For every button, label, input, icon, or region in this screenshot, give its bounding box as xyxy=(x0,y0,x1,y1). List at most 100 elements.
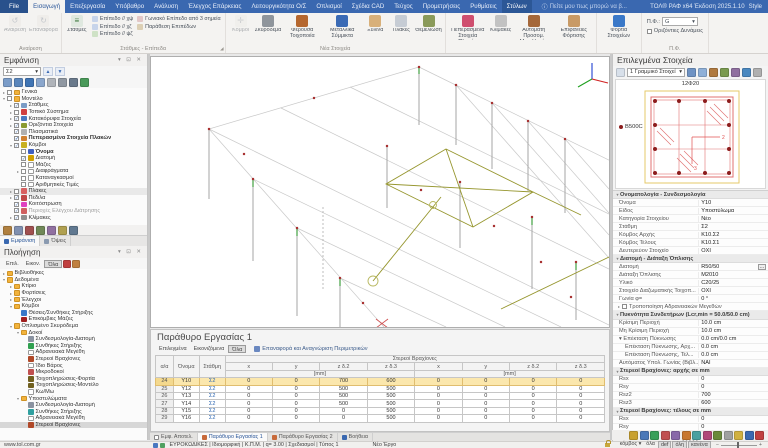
property-section-header[interactable]: ▾Ονοματολογία - Συνδεσμολογία xyxy=(613,191,768,199)
tree-item[interactable]: ▸Πλάκες xyxy=(0,188,147,195)
property-value[interactable]: ΟΧΙ xyxy=(698,288,768,294)
tree-item[interactable]: Τοιχοπληρώσεις-Μοντέλο xyxy=(0,382,147,389)
value-cell[interactable]: 0 xyxy=(509,400,556,407)
element-name-cell[interactable]: Y13 xyxy=(173,392,199,399)
tree-item[interactable]: Καταναγκασμοί xyxy=(0,175,147,182)
property-row[interactable]: Rsz3600 xyxy=(613,400,768,408)
property-row[interactable]: Στοιχείο Διαζωματικής Τοιχοπ...ΟΧΙ xyxy=(613,287,768,295)
section-tool-icon[interactable] xyxy=(731,68,740,77)
section-tool-icon[interactable] xyxy=(709,68,718,77)
value-cell[interactable]: 500 xyxy=(320,385,367,392)
visibility-checkbox[interactable]: ✓ xyxy=(14,136,19,141)
zoom-in-icon[interactable]: + xyxy=(759,442,762,448)
view-mode-icon[interactable] xyxy=(25,78,34,87)
sub-column-header[interactable]: y xyxy=(462,363,509,370)
tree-item[interactable]: ▾Υποστυλώματα xyxy=(0,395,147,402)
tree-item[interactable]: Όνομα xyxy=(0,148,147,155)
display-tool-icon[interactable] xyxy=(25,226,34,235)
visibility-checkbox[interactable] xyxy=(21,176,26,181)
property-value[interactable]: 600 xyxy=(698,400,768,406)
steel-composite-button[interactable]: Μεταλλικά Σύμμικτα xyxy=(322,14,362,40)
model-3d-view[interactable] xyxy=(151,57,609,327)
property-row[interactable]: Rsz2700 xyxy=(613,392,768,400)
value-cell[interactable]: 0 xyxy=(320,415,367,422)
tree-item[interactable]: Αδρανειακά Μεγέθη xyxy=(0,415,147,422)
ribbon-tab[interactable]: Τεύχος xyxy=(389,0,417,13)
filter-tool-icon[interactable] xyxy=(72,260,80,268)
display-tool-icon[interactable] xyxy=(69,226,78,235)
plane-xy-button[interactable]: Επίπεδο // χψ xyxy=(92,16,133,22)
value-cell[interactable]: 0 xyxy=(225,385,272,392)
property-value[interactable]: ΝΑΙ xyxy=(698,360,768,366)
row-number-cell[interactable]: 25 xyxy=(156,385,174,392)
property-row[interactable]: Διάταξη ΌπλισηςM2010 xyxy=(613,271,768,279)
visibility-checkbox[interactable]: ✓ xyxy=(14,123,19,128)
tree-item[interactable]: Συνθήκες Στήριξης xyxy=(0,343,147,350)
plane-xz-button[interactable]: Επίπεδο // χζ xyxy=(92,24,133,30)
tree-item[interactable]: ▸Έλεγχοι xyxy=(0,296,147,303)
quick-tool-icon[interactable] xyxy=(745,431,754,440)
property-value[interactable]: C20/25 xyxy=(698,280,768,286)
panel-tab[interactable]: Εμφάνιση xyxy=(0,236,40,246)
property-value[interactable]: Νέο xyxy=(698,216,768,222)
quick-tool-icon[interactable] xyxy=(713,431,722,440)
view-mode-icon[interactable] xyxy=(58,78,67,87)
property-value[interactable]: 700 xyxy=(698,392,768,398)
quick-tool-icon[interactable] xyxy=(734,431,743,440)
tree-item[interactable]: Συνδεσμολογία-Διατομή xyxy=(0,402,147,409)
view-mode-icon[interactable] xyxy=(14,78,23,87)
element-name-cell[interactable]: Y12 xyxy=(173,385,199,392)
property-value[interactable]: 0 xyxy=(698,376,768,382)
value-cell[interactable]: 0 xyxy=(557,392,605,399)
value-cell[interactable]: 0 xyxy=(415,400,462,407)
tree-item[interactable]: Μικροδοκοί xyxy=(0,369,147,376)
column-header[interactable]: α/α xyxy=(156,356,174,378)
value-cell[interactable]: 0 xyxy=(415,415,462,422)
tree-item[interactable]: ▸Τοπικό Σύστημα xyxy=(0,109,147,116)
value-cell[interactable]: 0 xyxy=(462,392,509,399)
horizontal-forces-checkbox[interactable] xyxy=(647,29,652,34)
tree-item[interactable]: Αδρανειακά Μεγέθη xyxy=(0,349,147,356)
value-cell[interactable]: 0 xyxy=(462,385,509,392)
display-tool-icon[interactable] xyxy=(3,226,12,235)
selection-type-combo[interactable]: 1 Γραμμικό Στοιχεί▾ xyxy=(627,68,685,77)
table-row[interactable]: 26Y13Σ2005005000000 xyxy=(156,392,605,399)
tree-item[interactable]: ▸✓Πέδιλα xyxy=(0,195,147,202)
tree-item[interactable]: ▸✓Στάθμες xyxy=(0,102,147,109)
value-cell[interactable]: 0 xyxy=(509,415,556,422)
tree-item[interactable]: ✓Πεπερασμένα Στοιχεία Πλακών xyxy=(0,135,147,142)
row-number-cell[interactable]: 26 xyxy=(156,392,174,399)
column-header[interactable]: Όνομα xyxy=(173,356,199,378)
view-mode-icon[interactable] xyxy=(47,78,56,87)
property-row[interactable]: Κόμβος ΑρχήςΚ10.Σ2 xyxy=(613,231,768,239)
element-loads-button[interactable]: Φορτία Στοιχείων xyxy=(599,14,639,40)
concrete-button[interactable]: Σκυρόδεμα xyxy=(254,14,283,34)
tree-item[interactable]: ▸Βιβλιοθήκες xyxy=(0,270,147,277)
display-tool-icon[interactable] xyxy=(36,226,45,235)
tree-item[interactable]: Κω/Μω xyxy=(0,389,147,396)
level-combo[interactable]: Σ2▾ xyxy=(3,67,41,76)
snap-option-button[interactable]: όλη xyxy=(672,441,687,448)
property-section-header[interactable]: ▾Στερεοί Βραχίονες: αρχής σε mm xyxy=(613,368,768,376)
tree-item[interactable]: ▸✓Κατακόρυφα Στοιχεία xyxy=(0,115,147,122)
tree-item[interactable]: ▾Μοντέλο xyxy=(0,96,147,103)
tree-item[interactable]: Τοιχοπληρώσεις-Φορτία xyxy=(0,376,147,383)
property-row[interactable]: Κρίσιμη Περιοχή10.0 cm xyxy=(613,320,768,328)
property-value[interactable]: 0 ° xyxy=(698,296,768,302)
property-row[interactable]: Αυτόματος Υπολ. Γωνίας (Βιβλ...ΝΑΙ xyxy=(613,360,768,368)
element-name-cell[interactable]: Y10 xyxy=(173,378,199,385)
value-cell[interactable]: 0 xyxy=(509,407,556,414)
property-value[interactable]: 0.0 cm xyxy=(698,352,768,358)
property-value[interactable]: Κ10.Σ2 xyxy=(698,232,768,238)
value-cell[interactable]: 0 xyxy=(320,407,367,414)
value-cell[interactable]: 0 xyxy=(272,378,319,385)
value-cell[interactable]: 0 xyxy=(509,392,556,399)
sub-column-header[interactable]: x xyxy=(415,363,462,370)
file-menu-button[interactable]: File xyxy=(0,0,28,13)
property-value[interactable]: Σ2 xyxy=(698,224,768,230)
tree-item[interactable]: Ίδιο Βάρος xyxy=(0,362,147,369)
tree-item[interactable]: ✓Πλασματικά xyxy=(0,129,147,136)
foundation-button[interactable]: Θεμελίωση xyxy=(414,14,443,34)
ribbon-tab[interactable]: Οπλισμοί xyxy=(311,0,346,13)
ribbon-tab[interactable]: Προμετρήσεις xyxy=(418,0,466,13)
